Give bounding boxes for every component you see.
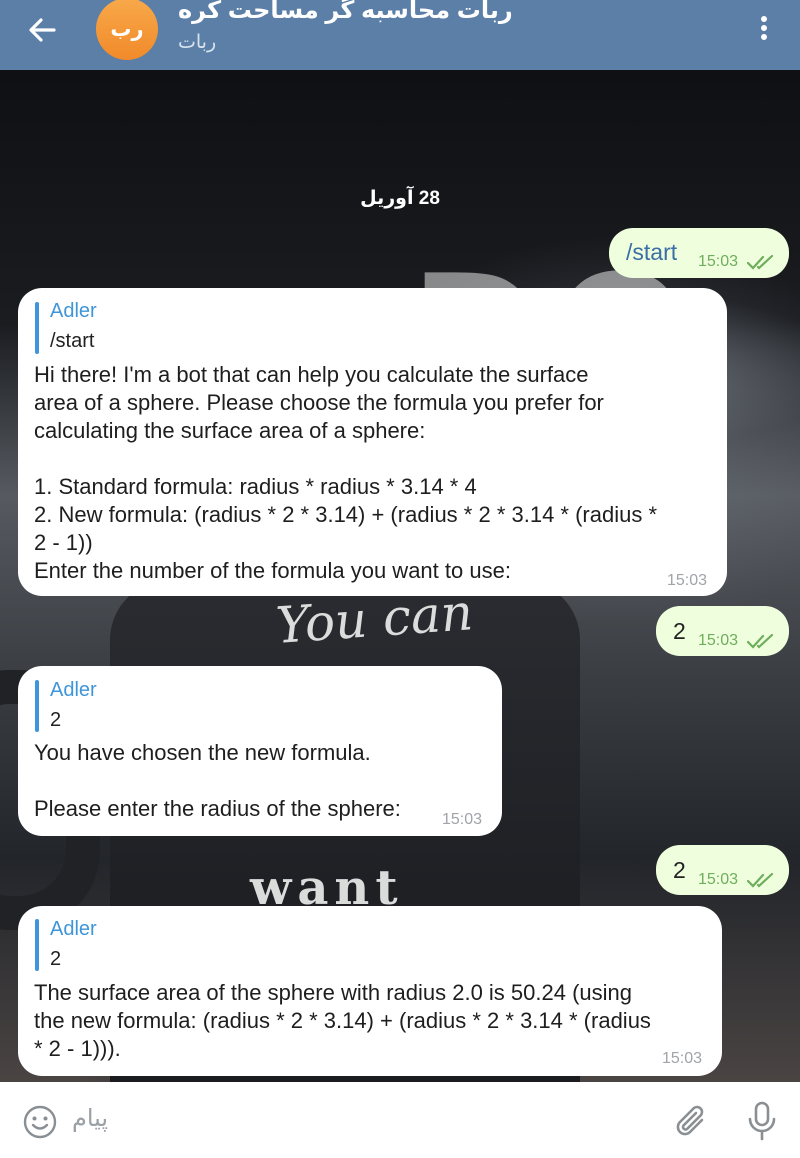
message-text[interactable]: 2 [673,857,686,884]
message-time: 15:03 [698,632,739,649]
message-text[interactable]: You have chosen the new formula. Please … [34,739,454,823]
reply-quote-bar [35,680,39,732]
arrow-left-icon[interactable] [22,10,62,50]
reply-quote-bar [35,919,39,971]
chat-subtitle: ربات [178,32,217,53]
message-time: 15:03 [442,811,483,828]
message-input-bar: پیام [0,1082,800,1158]
reply-author[interactable]: Adler [50,300,97,323]
microphone-icon[interactable] [744,1100,780,1142]
smiley-icon[interactable] [22,1104,58,1140]
reply-author[interactable]: Adler [50,679,97,702]
message-time: 15:03 [698,253,739,270]
paperclip-icon[interactable] [672,1102,712,1142]
double-check-icon [747,633,774,649]
more-vertical-icon[interactable] [752,14,776,44]
avatar-initials: رب [110,17,144,41]
message-text[interactable]: 2 [673,618,686,645]
chat-title[interactable]: ربات محاسبه گر مساحت کره [178,0,558,25]
message-text[interactable]: Hi there! I'm a bot that can help you ca… [34,361,724,585]
date-separator: 28 آوریل [360,188,440,209]
message-time: 15:03 [662,1050,703,1067]
double-check-icon [747,254,774,270]
message-input[interactable]: پیام [72,1104,108,1133]
reply-author[interactable]: Adler [50,918,97,941]
reply-text[interactable]: 2 [50,948,61,971]
reply-quote-bar [35,302,39,354]
message-time: 15:03 [667,572,708,589]
avatar[interactable]: رب [96,0,158,60]
message-text[interactable]: /start [626,239,677,266]
message-time: 15:03 [698,871,739,888]
message-text[interactable]: The surface area of the sphere with radi… [34,979,718,1063]
reply-text[interactable]: 2 [50,709,61,732]
double-check-icon [747,872,774,888]
chat-header: رب ربات محاسبه گر مساحت کره ربات [0,0,800,70]
reply-text[interactable]: /start [50,330,94,353]
